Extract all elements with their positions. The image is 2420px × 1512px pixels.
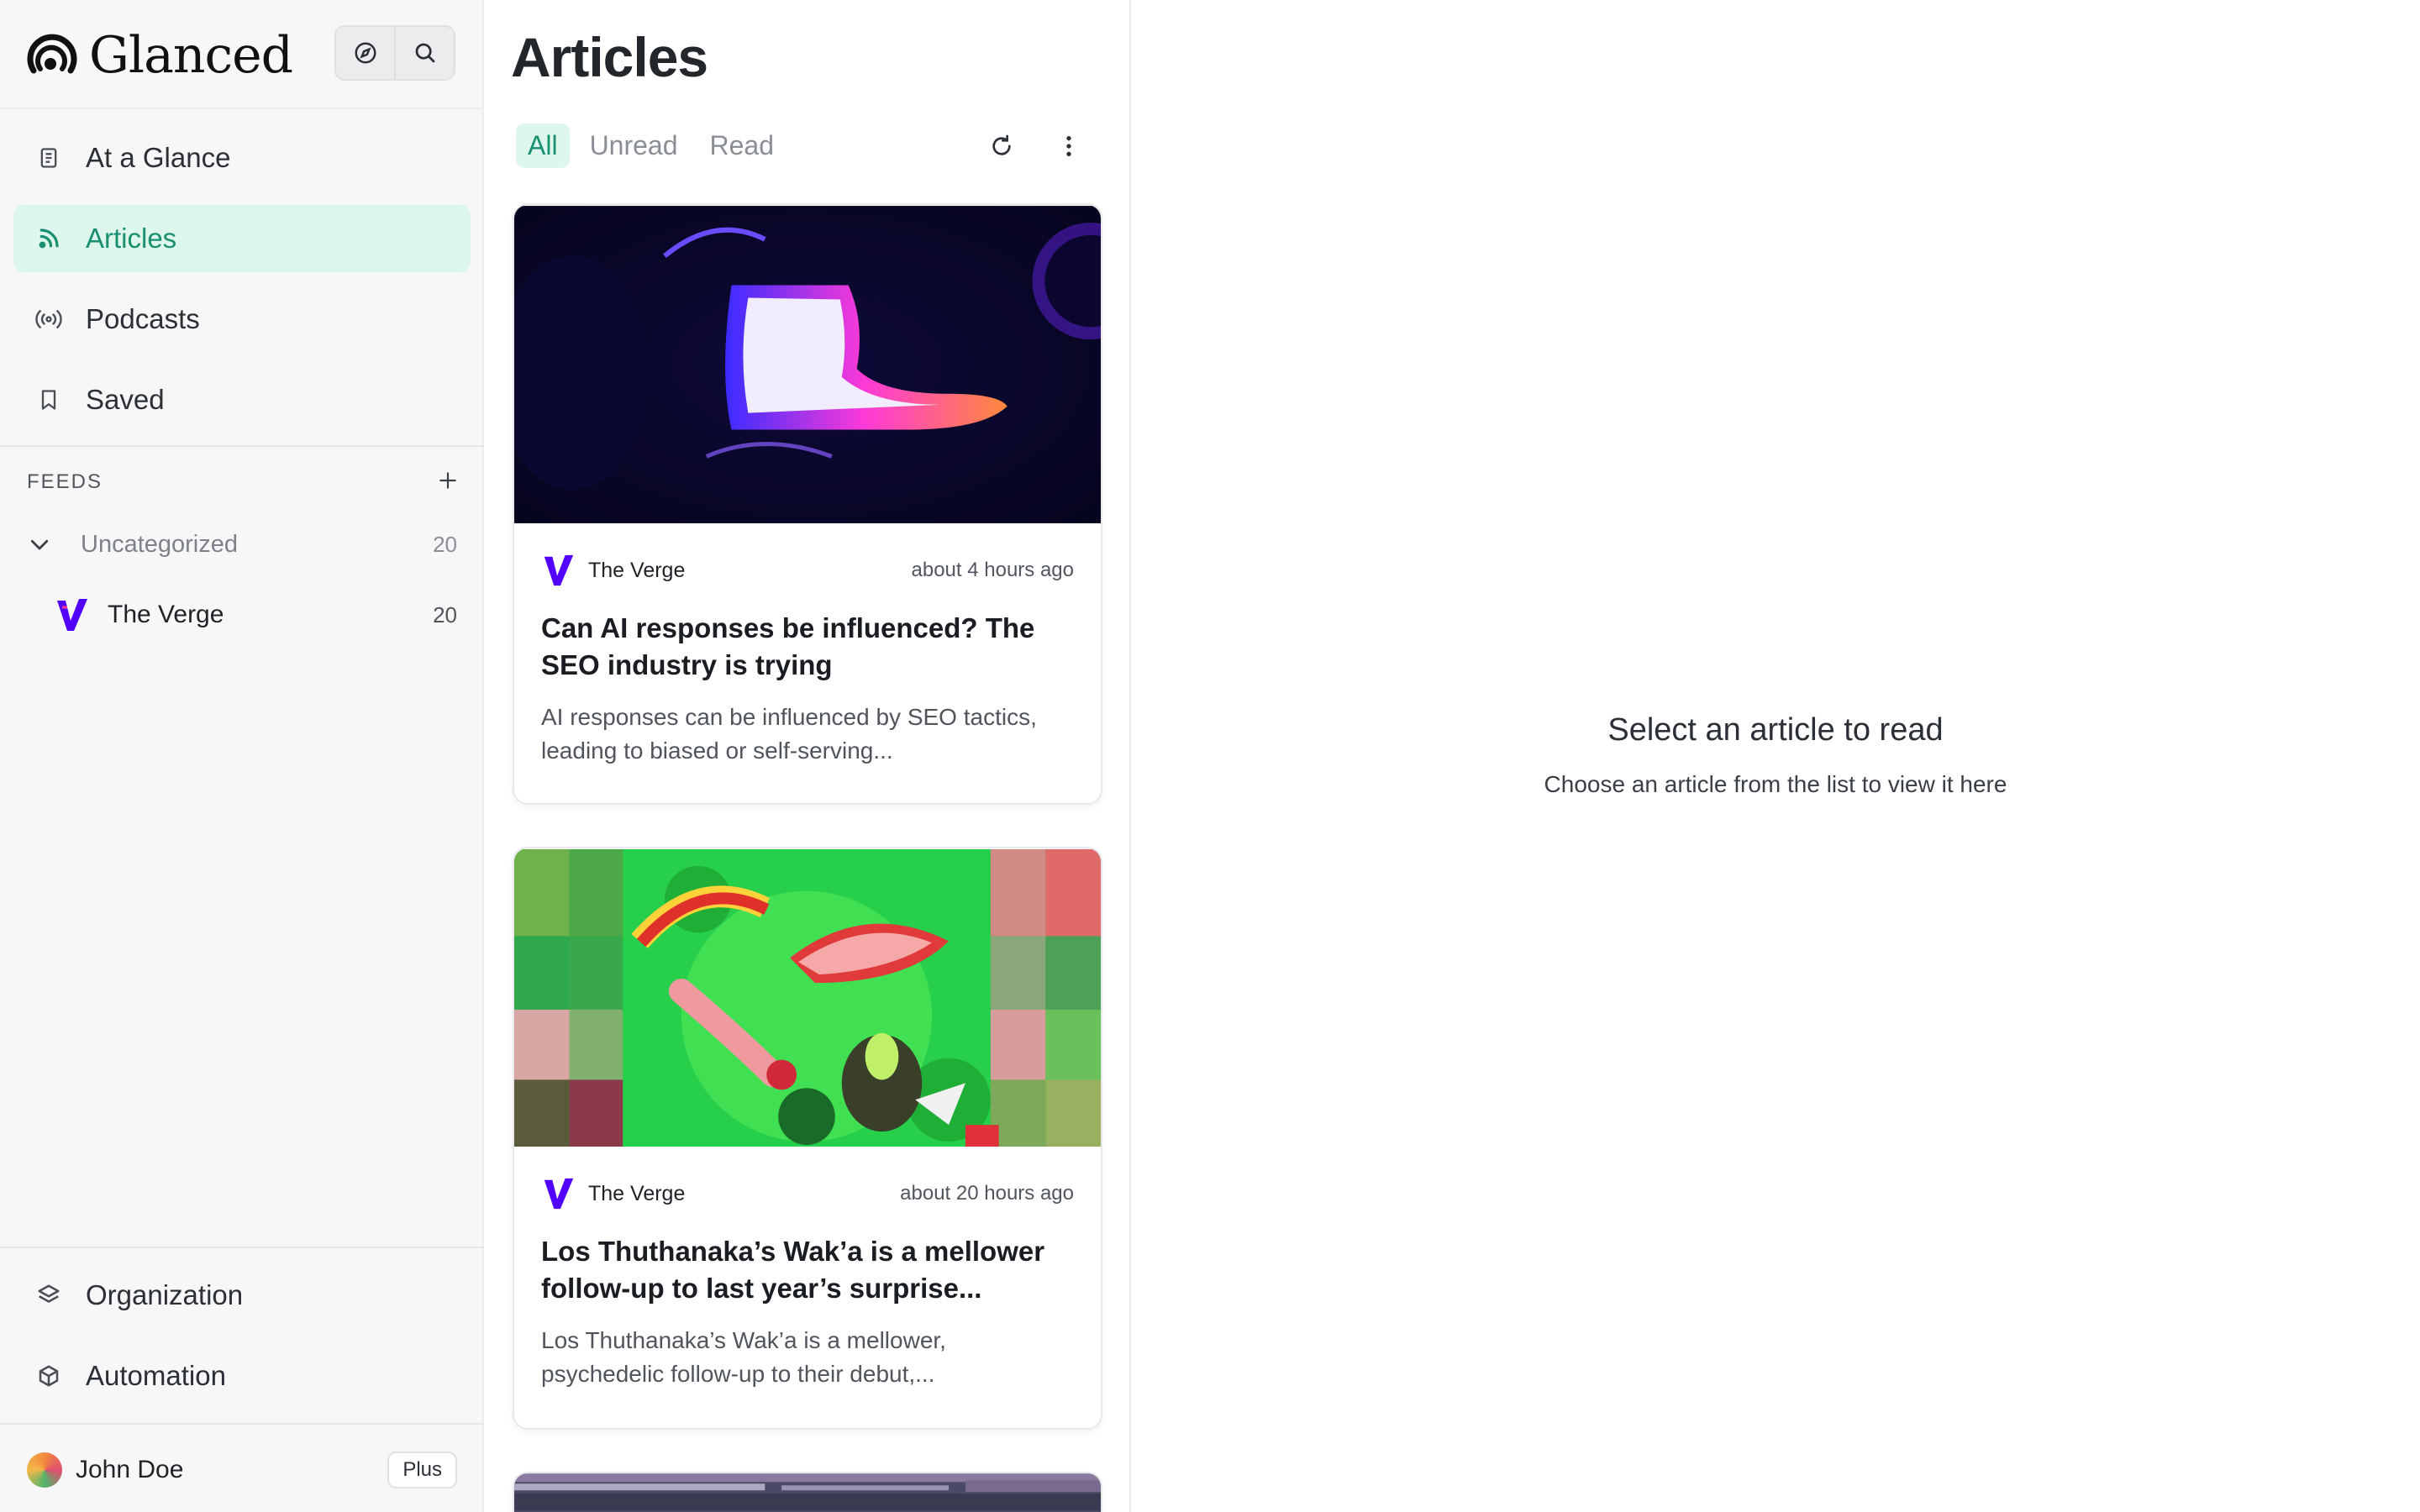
category-label: Uncategorized [81,530,238,558]
avatar [27,1452,62,1488]
sidebar-divider [0,445,484,447]
cube-icon [34,1361,64,1391]
chevron-down-icon [30,539,49,550]
tab-unread[interactable]: Unread [578,123,690,168]
feed-category-uncategorized[interactable]: Uncategorized 20 [27,521,457,568]
article-thumbnail [514,1473,1101,1512]
nav-item-organization[interactable]: Organization [13,1262,471,1329]
sidebar-header: Glanced [0,0,484,109]
feeds-label: FEEDS [27,470,103,493]
article-card[interactable]: The Verge about 20 hours ago Los Thuthan… [513,847,1102,1430]
bottom-nav: Organization Automation [13,1262,471,1423]
plan-badge[interactable]: Plus [387,1452,457,1488]
article-source: The Verge [588,1181,686,1205]
nav-label: Articles [86,223,177,254]
add-feed-button[interactable] [437,470,459,496]
search-icon [415,43,434,63]
nav-item-podcasts[interactable]: Podcasts [13,286,471,353]
nav-label: Organization [86,1279,244,1310]
article-meta: The Verge about 20 hours ago [514,1173,1101,1215]
article-source: The Verge [588,558,686,582]
empty-state-subtitle: Choose an article from the list to view … [1544,771,2007,797]
discover-button[interactable] [336,27,394,79]
article-thumbnail [514,849,1101,1147]
sidebar-divider [0,1247,484,1248]
article-title[interactable]: Los Thuthanaka’s Wak’a is a mellower fol… [514,1233,1101,1307]
nav-item-automation[interactable]: Automation [13,1342,471,1410]
nav-item-at-a-glance[interactable]: At a Glance [13,124,471,192]
plus-icon [439,471,456,489]
the-verge-logo-icon [544,554,574,586]
article-title[interactable]: Can AI responses be influenced? The SEO … [514,610,1101,684]
feeds-header: FEEDS [27,467,459,497]
article-summary: Los Thuthanaka’s Wak’a is a mellower, ps… [541,1327,946,1387]
refresh-icon [992,134,1011,155]
sidebar-divider [0,1423,484,1425]
tab-all[interactable]: All [516,123,570,168]
the-verge-logo-icon [544,1178,574,1210]
nav-label: At a Glance [86,142,231,173]
app-logo[interactable]: Glanced [25,25,293,86]
article-summary: AI responses can be influenced by SEO ta… [541,704,1037,764]
refresh-button[interactable] [983,128,1020,165]
nav-label: Automation [86,1360,226,1391]
reader-panel: Select an article to read Choose an arti… [1131,0,2420,1512]
nav-label: Podcasts [86,303,200,334]
empty-state-title: Select an article to read [1607,712,1944,748]
broadcast-icon [34,304,64,334]
filter-tabs: All Unread Read [516,121,794,170]
feed-label: The Verge [108,601,224,628]
header-actions [334,25,455,81]
layers-icon [34,1280,64,1310]
user-account[interactable]: John Doe Plus [27,1446,457,1494]
feed-count: 20 [433,601,457,627]
user-name: John Doe [76,1456,184,1483]
nav-item-saved[interactable]: Saved [13,366,471,433]
nav-item-articles[interactable]: Articles [13,205,471,272]
search-button[interactable] [394,27,454,79]
the-verge-logo-icon [57,599,87,631]
main-nav: At a Glance Articles Podcasts Saved [13,124,471,447]
bookmark-icon [34,385,64,415]
article-meta: The Verge about 4 hours ago [514,549,1101,591]
category-count: 20 [433,531,457,557]
article-thumbnail [514,206,1101,523]
rss-icon [34,223,64,254]
article-time: about 20 hours ago [900,1182,1074,1205]
nav-label: Saved [86,384,165,415]
articles-panel: Articles All Unread Read The Verge about… [486,0,1131,1512]
compass-icon [355,42,376,64]
sidebar: Glanced At a Glance Articles Podcasts Sa… [0,0,484,1512]
more-vertical-icon [1066,136,1071,156]
app-name: Glanced [89,26,293,85]
more-options-button[interactable] [1050,128,1087,165]
feed-item-the-verge[interactable]: The Verge 20 [54,591,457,638]
page-title: Articles [511,26,708,88]
document-icon [34,143,64,173]
app-window: Glanced At a Glance Articles Podcasts Sa… [0,0,2420,1512]
article-card[interactable]: The Verge about 4 hours ago Can AI respo… [513,203,1102,805]
glanced-logo-icon [27,34,77,74]
article-time: about 4 hours ago [911,559,1075,581]
article-card[interactable] [513,1472,1102,1512]
tab-read[interactable]: Read [698,123,786,168]
